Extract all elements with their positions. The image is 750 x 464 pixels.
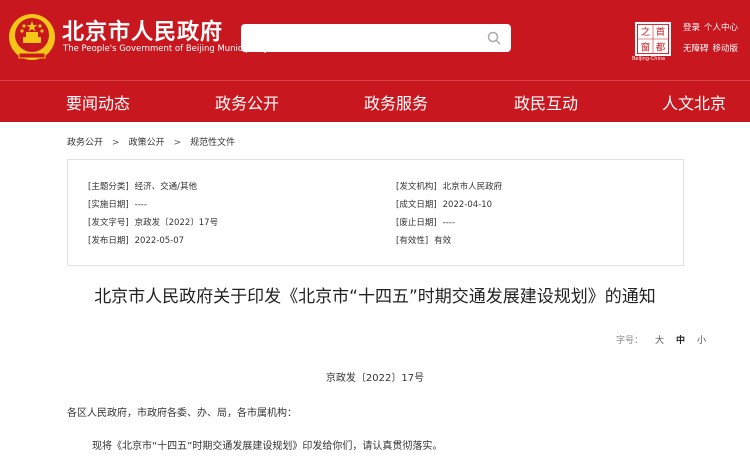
document-addressee: 各区人民政府，市政府各委、办、局，各市属机构： [67, 408, 297, 419]
document-number: 京政发〔2022〕17号 [325, 373, 425, 384]
nav-item-gov-services[interactable]: 政务服务 [364, 90, 428, 114]
search-icon[interactable] [487, 31, 501, 45]
logo-caption: Beijing-China [632, 56, 666, 62]
font-size-control: 字号： 大 中 小 [616, 333, 706, 346]
search-input[interactable] [241, 24, 481, 52]
personal-center-link[interactable]: 个人中心 [704, 23, 738, 33]
info-abolish-date: [废止日期] ---- [396, 218, 455, 228]
accessibility-link[interactable]: 无障碍 [683, 44, 709, 54]
login-link[interactable]: 登录 [683, 23, 700, 33]
breadcrumb-separator: > [173, 138, 182, 148]
breadcrumb-item[interactable]: 规范性文件 [190, 138, 235, 148]
mobile-version-link[interactable]: 移动版 [713, 44, 739, 54]
font-size-large-button[interactable]: 大 [655, 336, 664, 346]
search-box [241, 24, 511, 52]
document-info-box: [主题分类] 经济、交通/其他 [发文机构] 北京市人民政府 [实施日期] ---- … [67, 159, 684, 266]
document-title: 北京市人民政府关于印发《北京市“十四五”时期交通发展建设规划》的通知 [94, 287, 656, 307]
info-issuer: [发文机构] 北京市人民政府 [396, 182, 503, 192]
document-paragraph: 现将《北京市“十四五”时期交通发展建设规划》印发给你们，请认真贯彻落实。 [92, 441, 443, 452]
logo-char: 首 [656, 26, 665, 38]
info-publish-date: [发布日期] 2022-05-07 [88, 236, 185, 246]
font-size-small-button[interactable]: 小 [697, 336, 706, 346]
nav-item-news[interactable]: 要闻动态 [66, 90, 130, 114]
national-emblem-icon [9, 14, 55, 60]
nav-item-interaction[interactable]: 政民互动 [514, 90, 578, 114]
info-doc-number: [发文字号] 京政发〔2022〕17号 [88, 218, 219, 228]
site-header: 北京市人民政府 The People's Government of Beiji… [0, 0, 750, 80]
logo-char: 窗 [641, 41, 650, 53]
info-effective-date: [实施日期] ---- [88, 200, 147, 210]
breadcrumb-separator: > [112, 138, 120, 148]
logo-char: 之 [641, 26, 651, 38]
shoudu-zhichuang-logo[interactable]: 首 都 之 窗 [635, 22, 671, 56]
nav-item-gov-affairs-open[interactable]: 政务公开 [215, 90, 279, 114]
font-size-medium-button[interactable]: 中 [676, 336, 685, 346]
header-links: 登录 个人中心 无障碍 移动版 [683, 21, 742, 63]
site-subtitle: The People's Government of Beijing Munic… [63, 44, 269, 54]
breadcrumb-item[interactable]: 政务公开 [67, 138, 103, 148]
logo-char: 都 [656, 42, 666, 53]
info-validity: [有效性] 有效 [396, 236, 452, 246]
breadcrumb: 政务公开 > 政策公开 > 规范性文件 [67, 135, 235, 148]
nav-item-culture[interactable]: 人文北京 [662, 90, 726, 114]
breadcrumb-item[interactable]: 政策公开 [129, 138, 165, 148]
main-nav: 要闻动态 政务公开 政务服务 政民互动 人文北京 [0, 80, 750, 122]
info-topic: [主题分类] 经济、交通/其他 [88, 182, 198, 192]
info-written-date: [成文日期] 2022-04-10 [396, 200, 493, 210]
site-title: 北京市人民政府 [62, 20, 224, 45]
font-size-label: 字号： [616, 336, 644, 346]
